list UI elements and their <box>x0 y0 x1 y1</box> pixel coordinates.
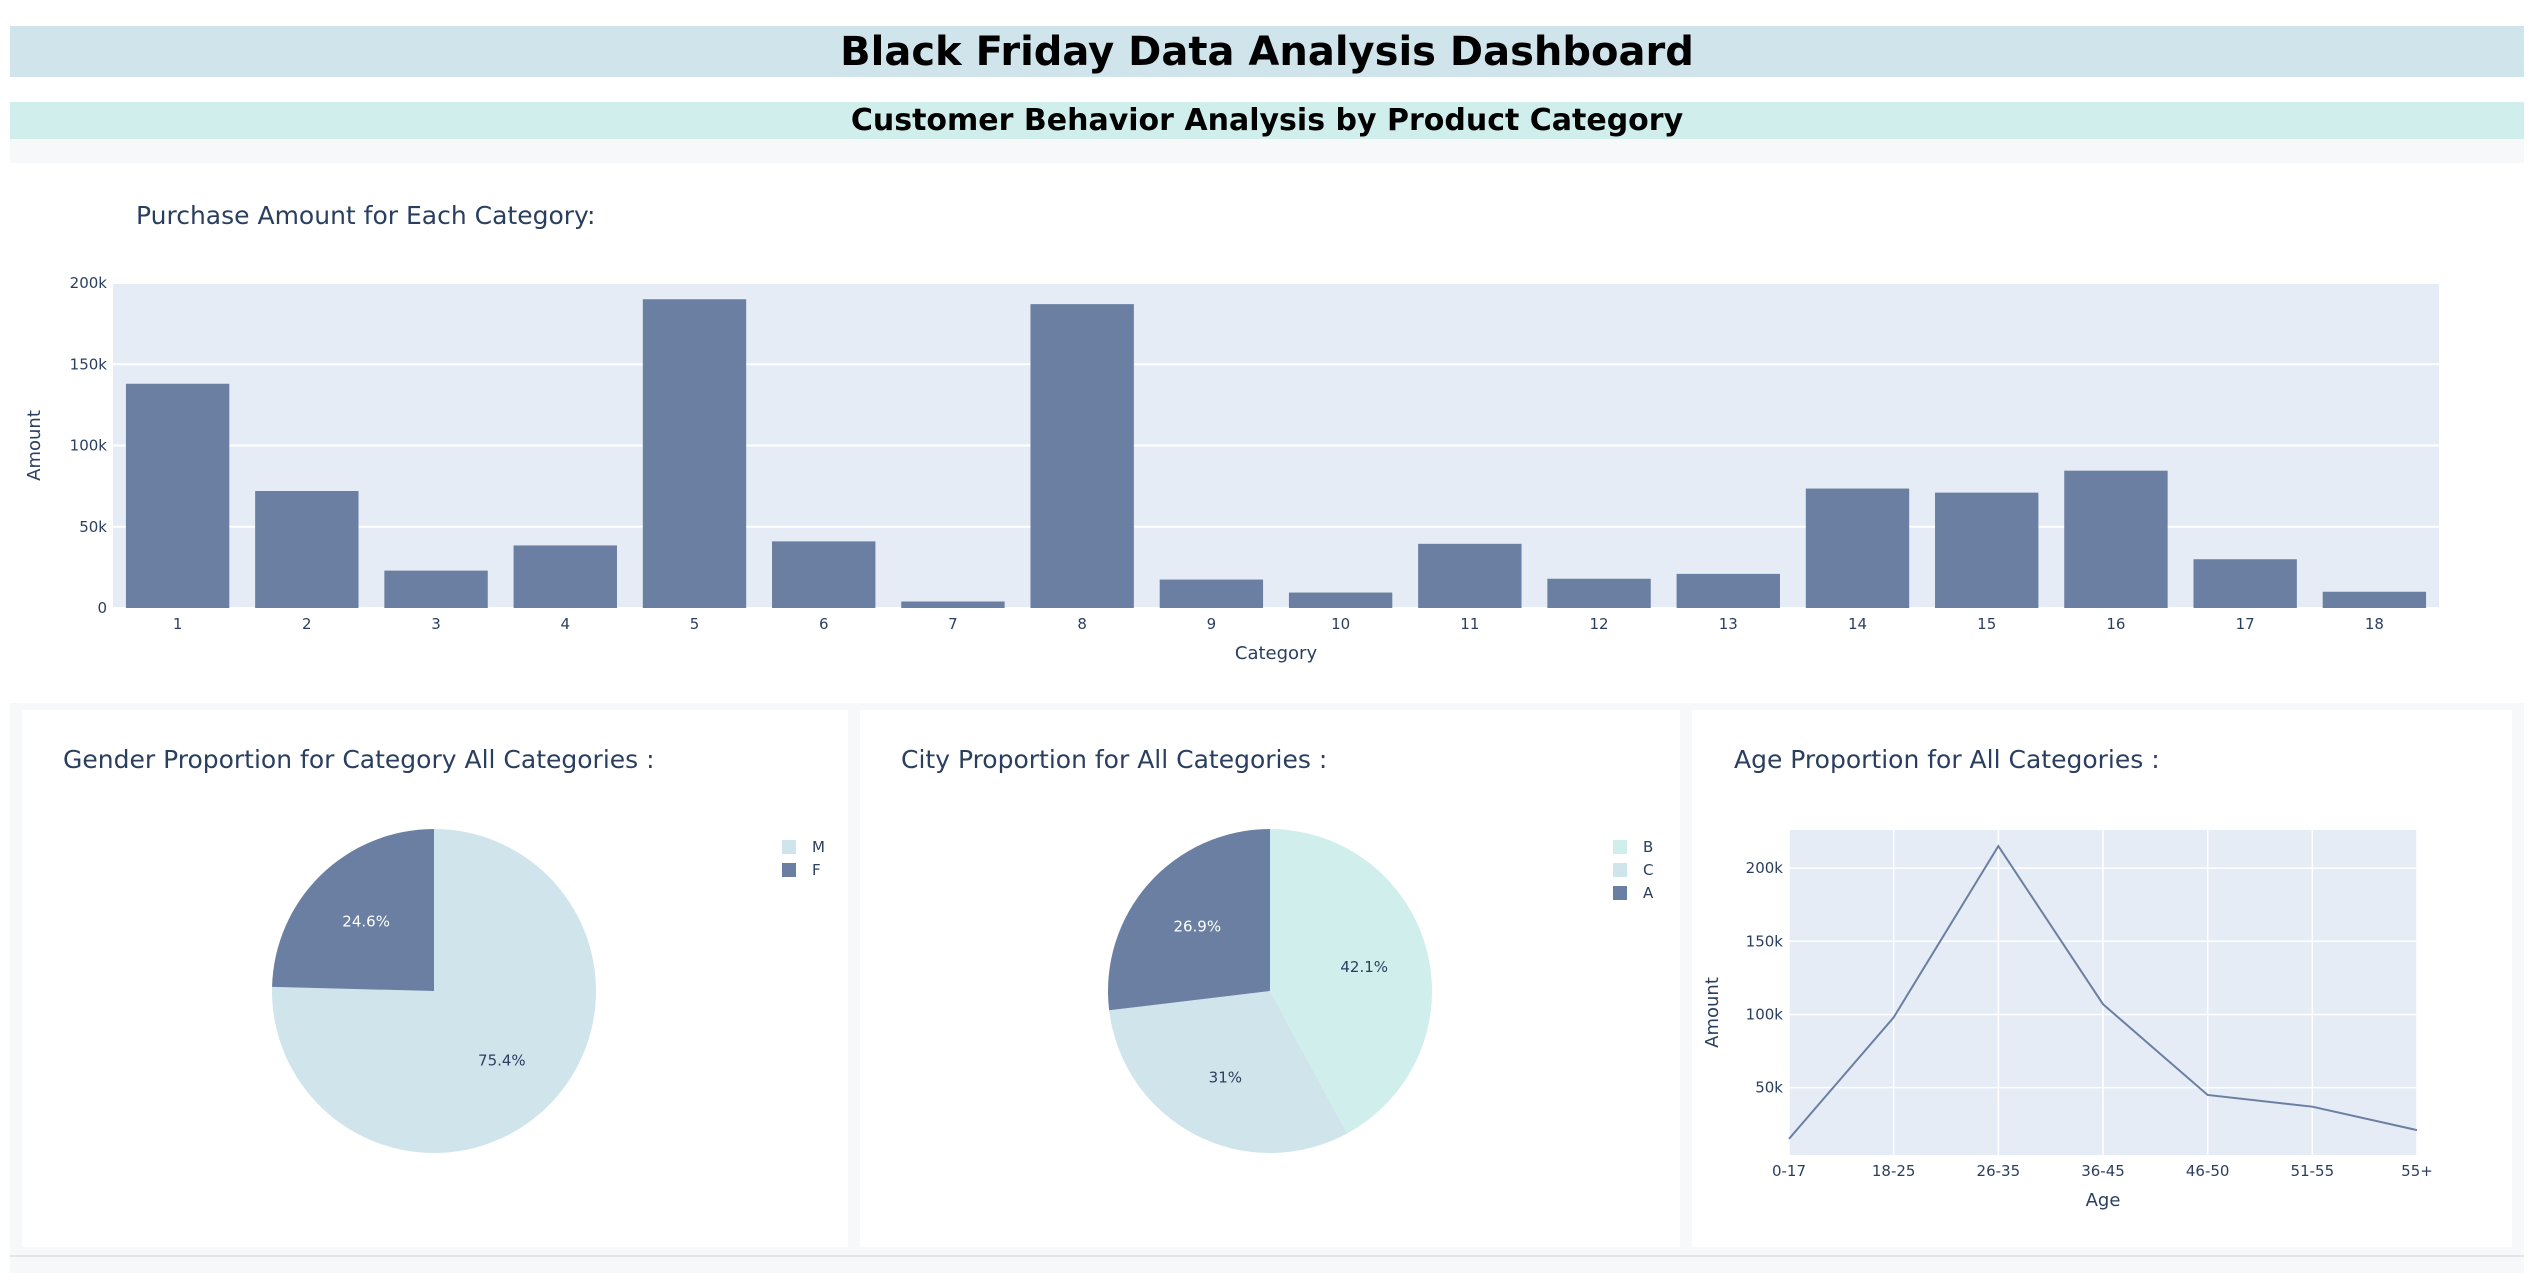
subtitle-spacer <box>10 139 2524 163</box>
bar-category-18[interactable] <box>2322 591 2427 608</box>
age-x-tick-label: 0-17 <box>1772 1162 1806 1180</box>
bar-x-axis-title: Category <box>1235 643 1318 664</box>
bottom-divider <box>10 1255 2524 1257</box>
age-y-tick-label: 200k <box>1746 859 1784 877</box>
bar-category-11[interactable] <box>1418 543 1522 608</box>
city-legend-swatch-C[interactable] <box>1613 863 1627 877</box>
bar-x-tick-label: 7 <box>948 615 958 633</box>
age-line-chart[interactable]: Age Proportion for All Categories : 50k 1… <box>1692 710 2512 1247</box>
city-slice-label: 31% <box>1209 1068 1242 1086</box>
age-x-tick-label: 36-45 <box>2081 1162 2125 1180</box>
bar-category-7[interactable] <box>901 601 1005 609</box>
bar-x-tick-label: 5 <box>690 615 700 633</box>
bar-x-tick-label: 18 <box>2365 615 2384 633</box>
bar-x-tick-label: 12 <box>1590 615 1609 633</box>
age-y-axis-title: Amount <box>1702 977 1723 1048</box>
bar-category-6[interactable] <box>772 541 876 608</box>
city-legend-swatch-B[interactable] <box>1613 840 1627 854</box>
bar-x-tick-label: 6 <box>819 615 829 633</box>
city-legend-label: B <box>1643 838 1653 856</box>
bar-category-14[interactable] <box>1805 488 1910 608</box>
city-slice-label: 26.9% <box>1173 917 1221 935</box>
gender-slice-F[interactable] <box>272 829 434 991</box>
gender-legend-label: F <box>812 861 821 879</box>
age-x-tick-label: 55+ <box>2401 1162 2433 1180</box>
bar-category-3[interactable] <box>384 570 488 608</box>
city-chart-title: City Proportion for All Categories : <box>901 745 1327 774</box>
city-proportion-panel: City Proportion for All Categories : 42.… <box>860 710 1680 1247</box>
gender-slice-label: 24.6% <box>342 912 390 930</box>
bar-category-2[interactable] <box>255 491 359 608</box>
age-chart-title: Age Proportion for All Categories : <box>1734 745 2160 774</box>
city-legend-swatch-A[interactable] <box>1613 886 1627 900</box>
city-pie-chart[interactable]: City Proportion for All Categories : 42.… <box>860 710 1680 1247</box>
age-y-tick-label: 100k <box>1746 1005 1784 1023</box>
category-purchase-panel: Purchase Amount for Each Category: 0 50k 1… <box>10 163 2524 703</box>
bar-y-tick-label: 50k <box>79 518 107 536</box>
bar-category-8[interactable] <box>1030 304 1134 608</box>
bar-x-tick-label: 4 <box>561 615 571 633</box>
bar-x-tick-label: 2 <box>302 615 312 633</box>
bar-x-tick-label: 13 <box>1719 615 1738 633</box>
bar-category-15[interactable] <box>1935 492 2039 608</box>
gender-legend-swatch-M[interactable] <box>782 840 796 854</box>
bar-category-13[interactable] <box>1676 573 1780 608</box>
bar-x-tick-label: 17 <box>2236 615 2255 633</box>
bar-x-tick-label: 9 <box>1207 615 1217 633</box>
age-y-tick-label: 150k <box>1746 932 1784 950</box>
bar-category-9[interactable] <box>1159 579 1264 608</box>
category-bar-chart[interactable]: Purchase Amount for Each Category: 0 50k 1… <box>10 163 2524 703</box>
bar-y-tick-label: 200k <box>70 274 108 292</box>
dashboard-title: Black Friday Data Analysis Dashboard <box>10 26 2524 77</box>
bar-category-10[interactable] <box>1288 592 1393 608</box>
city-legend-label: A <box>1643 884 1654 902</box>
bar-x-tick-label: 10 <box>1331 615 1350 633</box>
gender-proportion-panel: Gender Proportion for Category All Categ… <box>22 710 848 1247</box>
age-x-tick-label: 46-50 <box>2186 1162 2230 1180</box>
bar-y-tick-label: 0 <box>97 599 107 617</box>
bar-category-5[interactable] <box>642 299 747 608</box>
bar-chart-title: Purchase Amount for Each Category: <box>136 201 595 230</box>
age-x-tick-label: 18-25 <box>1872 1162 1916 1180</box>
bar-x-tick-label: 1 <box>173 615 183 633</box>
age-x-axis-title: Age <box>2086 1190 2121 1211</box>
age-x-tick-label: 51-55 <box>2291 1162 2335 1180</box>
bar-category-4[interactable] <box>513 545 617 608</box>
bar-x-tick-label: 11 <box>1460 615 1479 633</box>
bar-x-tick-label: 16 <box>2106 615 2125 633</box>
age-x-tick-label: 26-35 <box>1977 1162 2021 1180</box>
gender-pie-chart[interactable]: Gender Proportion for Category All Categ… <box>22 710 848 1247</box>
gender-chart-title: Gender Proportion for Category All Categ… <box>63 745 655 774</box>
bar-x-tick-label: 14 <box>1848 615 1867 633</box>
gender-legend-label: M <box>812 838 825 856</box>
bar-y-tick-label: 150k <box>70 355 108 373</box>
gender-legend-swatch-F[interactable] <box>782 863 796 877</box>
city-legend-label: C <box>1643 861 1653 879</box>
bar-x-tick-label: 3 <box>431 615 441 633</box>
gender-slice-label: 75.4% <box>478 1052 526 1070</box>
bar-y-tick-label: 100k <box>70 437 108 455</box>
bar-x-tick-label: 8 <box>1077 615 1087 633</box>
dashboard-subtitle: Customer Behavior Analysis by Product Ca… <box>10 102 2524 139</box>
bar-x-tick-label: 15 <box>1977 615 1996 633</box>
bar-category-17[interactable] <box>2193 559 2297 608</box>
age-y-tick-label: 50k <box>1755 1079 1783 1097</box>
bar-category-16[interactable] <box>2064 470 2168 608</box>
age-proportion-panel: Age Proportion for All Categories : 50k 1… <box>1692 710 2512 1247</box>
bar-y-axis-title: Amount <box>24 410 45 481</box>
bar-category-12[interactable] <box>1547 578 1651 608</box>
bar-category-1[interactable] <box>125 383 230 608</box>
city-slice-label: 42.1% <box>1340 958 1388 976</box>
